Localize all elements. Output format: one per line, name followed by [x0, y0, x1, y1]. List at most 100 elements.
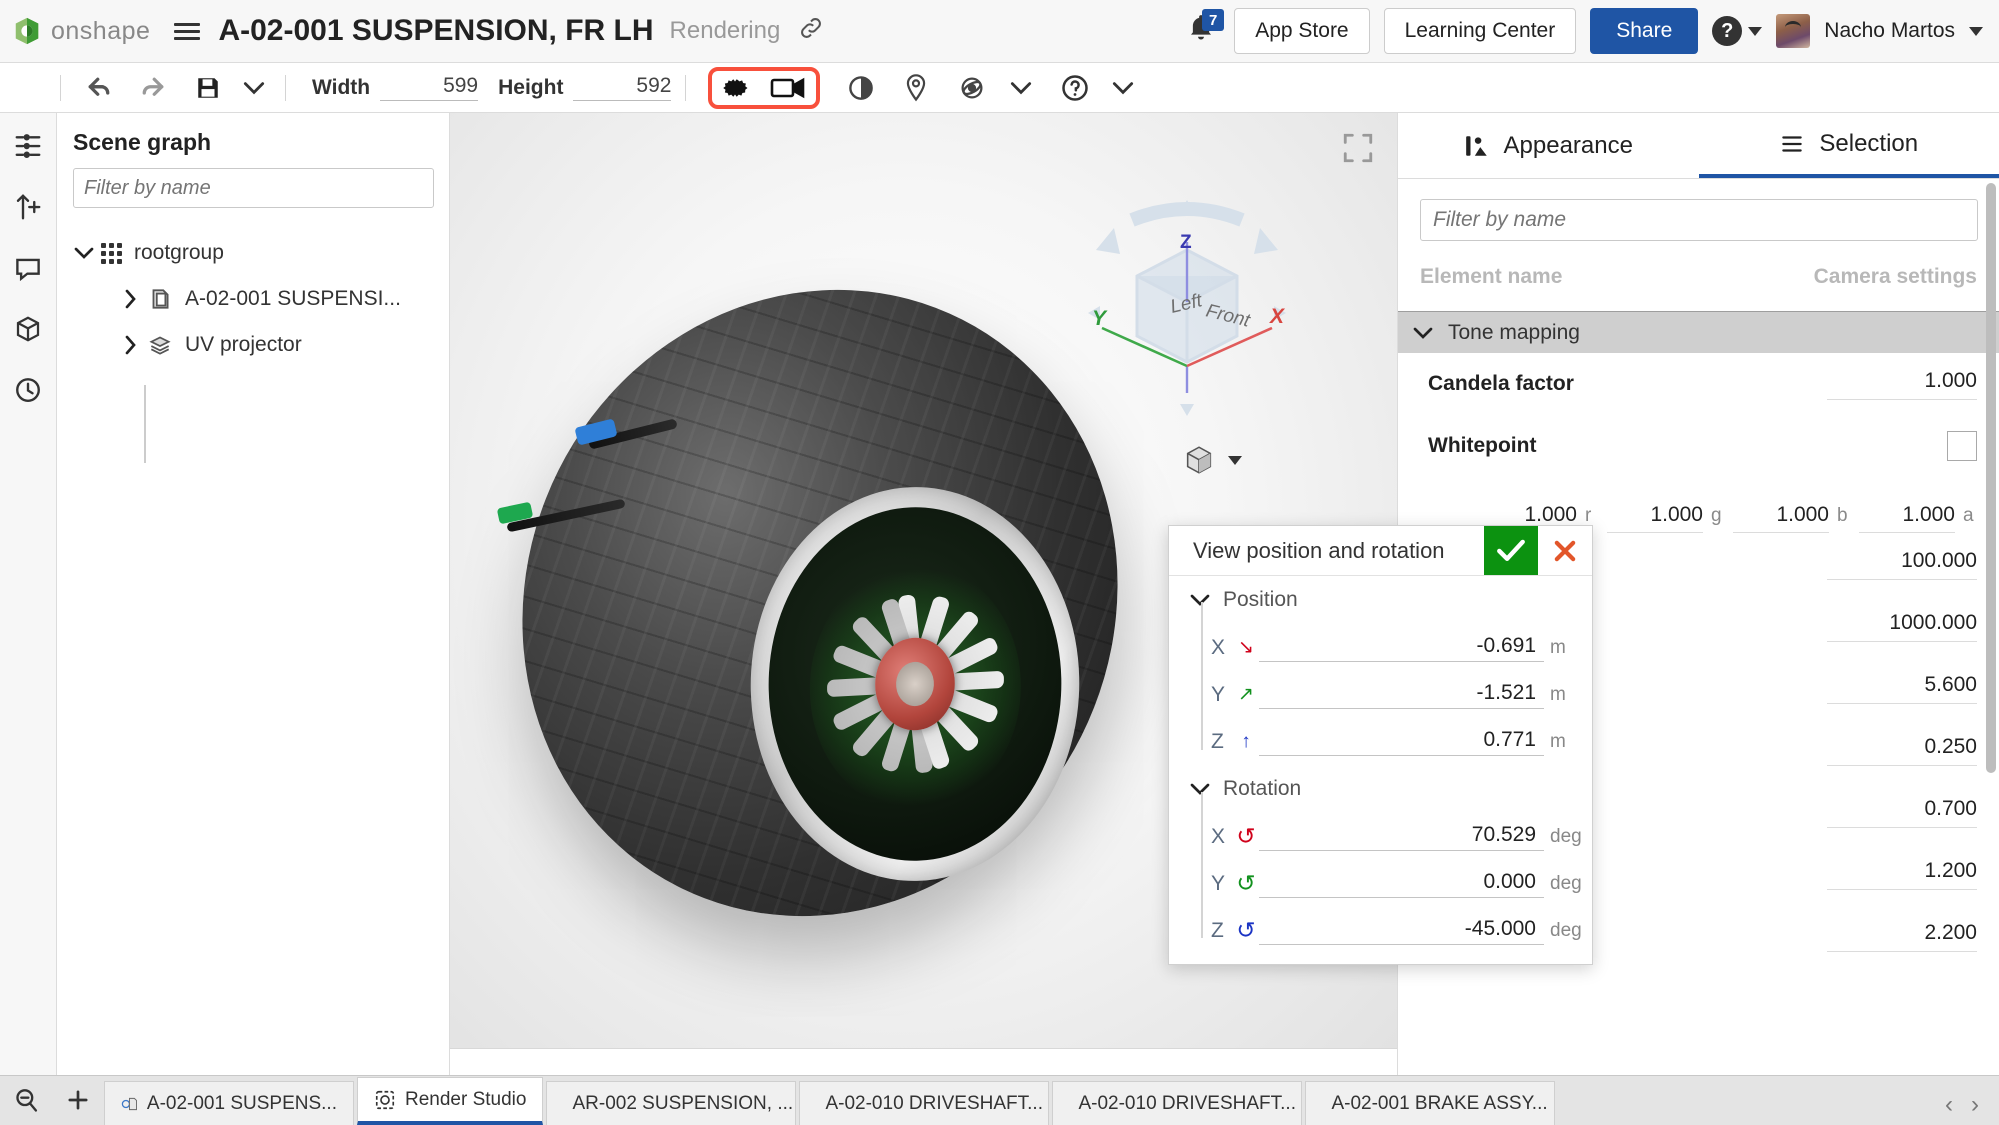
- redo-button[interactable]: [137, 73, 169, 103]
- rotation-x-input[interactable]: 70.529: [1259, 823, 1544, 851]
- tree-item-label: A-02-001 SUSPENSI...: [185, 287, 401, 310]
- height-input[interactable]: 592: [573, 74, 672, 101]
- brand-name: onshape: [51, 16, 151, 45]
- section-tone-mapping[interactable]: Tone mapping: [1398, 311, 1999, 353]
- rail-structure-icon[interactable]: [13, 131, 43, 166]
- property-whitepoint: Whitepoint: [1398, 415, 1999, 477]
- link-icon[interactable]: [798, 15, 824, 47]
- save-options-chevron-down-icon[interactable]: [241, 79, 267, 97]
- environment-icon[interactable]: [956, 73, 988, 103]
- render-settings-gear-icon[interactable]: [720, 73, 750, 103]
- view-cube[interactable]: Left Front Z Y X: [1072, 198, 1302, 428]
- assembly-icon: [121, 1097, 137, 1110]
- position-x-input[interactable]: -0.691: [1259, 634, 1544, 662]
- dialog-accept-button[interactable]: [1484, 526, 1538, 575]
- share-button[interactable]: Share: [1590, 8, 1699, 54]
- help-icon: ?: [1712, 16, 1743, 46]
- column-headers: Element name Camera settings: [1398, 241, 1999, 289]
- bottom-tab-ar-002[interactable]: AR-002 SUSPENSION, ...: [546, 1081, 797, 1125]
- position-z-input[interactable]: 0.771: [1259, 728, 1544, 756]
- bottom-tab-driveshaft-2[interactable]: A-02-010 DRIVESHAFT...: [1052, 1081, 1303, 1125]
- render-quality-icon[interactable]: [846, 73, 876, 103]
- notification-badge: 7: [1202, 9, 1225, 31]
- whitepoint-r-tag: r: [1585, 505, 1592, 526]
- light-position-icon[interactable]: [902, 73, 930, 103]
- undo-button[interactable]: [83, 73, 115, 103]
- tab-label: Selection: [1819, 129, 1919, 157]
- help-toolbar-icon[interactable]: [1060, 73, 1090, 103]
- bottom-tab-render-studio[interactable]: Render Studio: [357, 1077, 544, 1125]
- tree-item-rootgroup[interactable]: rootgroup: [57, 230, 449, 276]
- rail-parts-icon[interactable]: [13, 314, 43, 349]
- property-candela-factor: Candela factor 1.000: [1398, 353, 1999, 415]
- view-position-rotation-dialog: View position and rotation Position X ↘ …: [1168, 525, 1593, 965]
- property-value[interactable]: 1.200: [1827, 859, 1977, 890]
- tab-nav-controls: ‹ ›: [1945, 1091, 1999, 1125]
- main-menu-button[interactable]: [174, 19, 201, 44]
- tree-item-uv-projector[interactable]: UV projector: [57, 322, 449, 368]
- rail-history-icon[interactable]: [13, 375, 43, 410]
- unit-label: deg: [1550, 872, 1582, 894]
- property-value[interactable]: 1.000: [1827, 369, 1977, 400]
- bottom-tab-label: AR-002 SUSPENSION, ...: [572, 1092, 794, 1114]
- axis-y-arrow-icon: ↗: [1238, 684, 1254, 705]
- chevron-down-icon: [1190, 594, 1210, 606]
- scene-graph-filter-input[interactable]: [73, 168, 434, 208]
- tree-item-label: rootgroup: [134, 241, 224, 264]
- help-toolbar-chevron-down-icon[interactable]: [1110, 79, 1136, 97]
- bottom-tab-brake-assy[interactable]: A-02-001 BRAKE ASSY...: [1305, 1081, 1556, 1125]
- user-name-label: Nacho Martos: [1824, 19, 1955, 42]
- axis-y-rotate-icon: ↺: [1236, 870, 1256, 896]
- tab-appearance[interactable]: Appearance: [1398, 113, 1699, 178]
- axis-label: Y: [1211, 682, 1226, 706]
- tree-item-label: UV projector: [185, 333, 302, 356]
- user-menu-chevron-down-icon[interactable]: [1969, 26, 1983, 36]
- avatar[interactable]: [1776, 14, 1811, 48]
- notifications-button[interactable]: 7: [1186, 9, 1225, 51]
- onshape-logo-icon[interactable]: [12, 16, 42, 46]
- selection-filter-input[interactable]: [1420, 199, 1978, 241]
- bottom-tab-assembly[interactable]: A-02-001 SUSPENS...: [104, 1081, 354, 1125]
- property-value[interactable]: 0.250: [1827, 735, 1977, 766]
- rail-comments-icon[interactable]: [13, 253, 43, 288]
- rotation-z-input[interactable]: -45.000: [1259, 917, 1544, 945]
- document-title: A-02-001 SUSPENSION, FR LH: [218, 14, 654, 47]
- whitepoint-b-input[interactable]: 1.000: [1733, 503, 1829, 533]
- rotation-group-header[interactable]: Rotation: [1169, 765, 1592, 813]
- property-value[interactable]: 0.700: [1827, 797, 1977, 828]
- property-value[interactable]: 100.000: [1827, 549, 1977, 580]
- tab-next-button[interactable]: ›: [1971, 1091, 1979, 1119]
- width-input[interactable]: 599: [380, 74, 479, 101]
- property-value[interactable]: 5.600: [1827, 673, 1977, 704]
- add-tab-button[interactable]: [52, 1075, 104, 1125]
- environment-chevron-down-icon[interactable]: [1008, 79, 1034, 97]
- tab-prev-button[interactable]: ‹: [1945, 1091, 1953, 1119]
- bottom-tab-label: A-02-010 DRIVESHAFT...: [1078, 1092, 1296, 1114]
- learning-center-button[interactable]: Learning Center: [1383, 8, 1577, 54]
- camera-icon[interactable]: [770, 75, 808, 101]
- property-value[interactable]: 1000.000: [1827, 611, 1977, 642]
- part-icon: [152, 289, 169, 309]
- rotation-y-input[interactable]: 0.000: [1259, 870, 1544, 898]
- whitepoint-color-swatch[interactable]: [1947, 431, 1977, 461]
- property-value[interactable]: 2.200: [1827, 921, 1977, 952]
- bottom-tab-driveshaft-1[interactable]: A-02-010 DRIVESHAFT...: [799, 1081, 1050, 1125]
- fullscreen-icon[interactable]: [1341, 131, 1375, 170]
- scene-graph-tree: rootgroup A-02-001 SUSPENSI... UV projec…: [57, 230, 449, 368]
- axis-z-label: Z: [1180, 232, 1192, 253]
- search-tabs-icon[interactable]: [0, 1075, 52, 1125]
- tree-item-suspension[interactable]: A-02-001 SUSPENSI...: [57, 276, 449, 322]
- save-button[interactable]: [195, 75, 221, 101]
- whitepoint-a-input[interactable]: 1.000: [1859, 503, 1955, 533]
- position-y-input[interactable]: -1.521: [1259, 681, 1544, 709]
- projection-mode-button[interactable]: [1182, 443, 1242, 477]
- right-panel-scrollbar[interactable]: [1986, 183, 1996, 773]
- rail-add-light-icon[interactable]: [13, 192, 43, 227]
- tab-selection[interactable]: Selection: [1698, 113, 1999, 178]
- whitepoint-g-input[interactable]: 1.000: [1607, 503, 1703, 533]
- position-group-header[interactable]: Position: [1169, 576, 1592, 624]
- help-menu[interactable]: ?: [1712, 16, 1763, 46]
- dialog-cancel-button[interactable]: [1538, 526, 1592, 575]
- axis-y-label: Y: [1092, 307, 1108, 330]
- app-store-button[interactable]: App Store: [1234, 8, 1370, 54]
